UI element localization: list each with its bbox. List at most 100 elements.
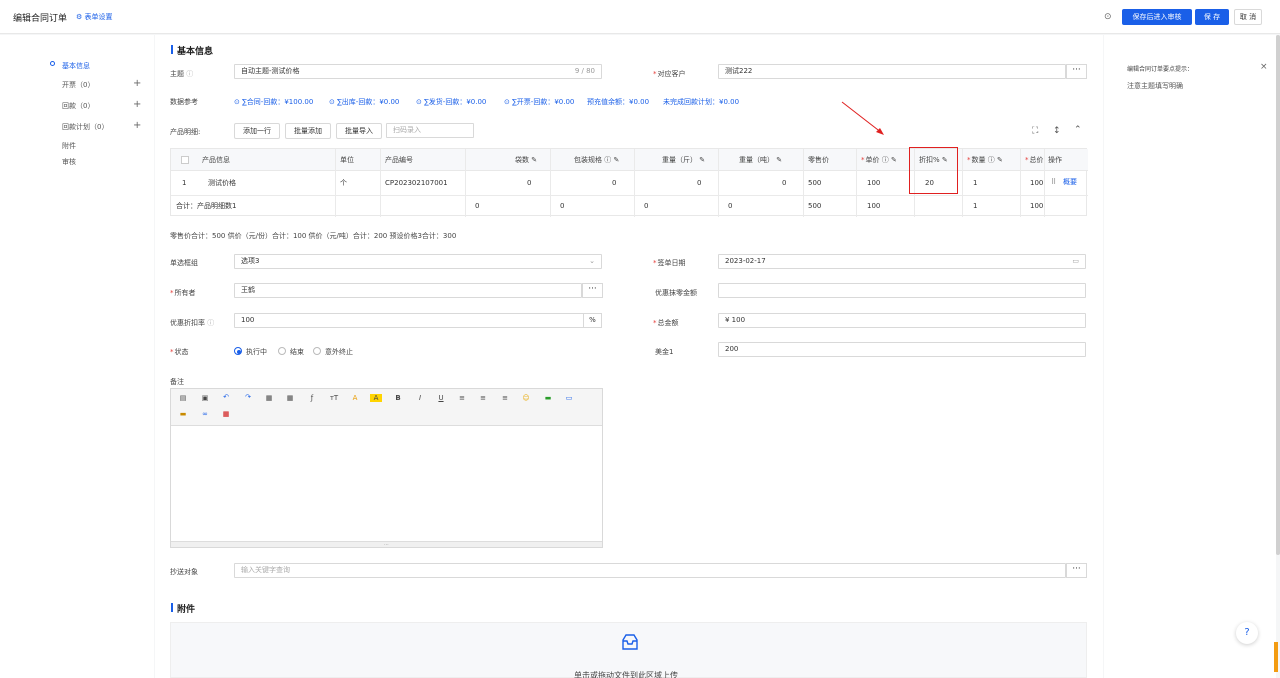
- template-icon[interactable]: ▣: [199, 394, 211, 402]
- cancel-button[interactable]: 取 消: [1234, 9, 1262, 25]
- media-icon[interactable]: ▬: [177, 410, 189, 418]
- th-unit: 单位: [340, 156, 354, 164]
- undo-icon[interactable]: ↶: [220, 393, 232, 401]
- underline-icon[interactable]: U: [435, 394, 447, 402]
- save-button[interactable]: 保 存: [1195, 9, 1229, 25]
- nav-item-invoice[interactable]: 开票（0）: [62, 80, 94, 90]
- ref-contract-payment[interactable]: ⊙ ∑合同-回款：¥100.00: [234, 97, 313, 107]
- status-radio-terminated[interactable]: [313, 347, 321, 355]
- owner-more-button[interactable]: ···: [582, 283, 603, 298]
- select-all-checkbox[interactable]: [181, 156, 189, 164]
- side-tab[interactable]: [1274, 642, 1278, 672]
- row-bags[interactable]: 0: [527, 171, 531, 195]
- single-select[interactable]: 选项3 ⌄: [234, 254, 602, 269]
- row-product[interactable]: 测试价格: [208, 171, 236, 195]
- th-weight-jin-text: 重量（斤）: [662, 156, 697, 164]
- source-icon[interactable]: ▤: [177, 394, 189, 402]
- status-option-terminated[interactable]: 意外终止: [325, 347, 353, 357]
- scrollbar[interactable]: [1276, 35, 1280, 555]
- ref-delivery-payment[interactable]: ⊙ ∑发货-回款：¥0.00: [416, 97, 486, 107]
- close-icon[interactable]: ×: [1260, 62, 1268, 72]
- row-pack[interactable]: 0: [612, 171, 616, 195]
- nav-item-payment[interactable]: 回款（0）: [62, 101, 94, 111]
- owner-input[interactable]: 王鹤: [234, 283, 582, 298]
- row-price[interactable]: 100: [867, 171, 880, 195]
- paste-text-icon[interactable]: ▦: [284, 394, 296, 402]
- bg-color-icon[interactable]: A: [370, 394, 382, 402]
- help-button[interactable]: ?: [1236, 622, 1258, 644]
- align-right-icon[interactable]: ≡: [499, 394, 511, 402]
- resize-handle[interactable]: ⋯: [171, 541, 602, 548]
- th-total-text: 总价: [1029, 156, 1044, 164]
- fullscreen-icon[interactable]: ⛶: [1032, 126, 1038, 136]
- align-center-icon[interactable]: ≡: [477, 394, 489, 402]
- remark-editor[interactable]: ▤ ▣ ↶ ↷ ▦ ▦ ƒ тT A A B I U ≡ ≡ ≡ ☺ ▬ ▭ ▬…: [170, 388, 603, 548]
- customer-value: 测试222: [725, 67, 753, 75]
- row-divider: [171, 195, 1088, 196]
- link-icon[interactable]: ∞: [199, 410, 211, 418]
- add-invoice-icon[interactable]: +: [133, 78, 141, 89]
- info-icon: ⓘ: [207, 319, 215, 327]
- form-settings-link[interactable]: ⚙ 表单设置: [76, 12, 113, 22]
- customer-input[interactable]: 测试222: [718, 64, 1066, 79]
- sign-date-input[interactable]: 2023-02-17 ▭: [718, 254, 1086, 269]
- nav-item-payment-plan[interactable]: 回款计划（0）: [62, 122, 108, 132]
- cc-input[interactable]: 输入关键字查询: [234, 563, 1066, 578]
- batch-import-button[interactable]: 批量导入: [336, 123, 382, 139]
- font-color-icon[interactable]: A: [349, 394, 361, 402]
- remark-label: 备注: [170, 378, 184, 386]
- settings-icon[interactable]: ⊙: [1104, 12, 1112, 22]
- image-icon[interactable]: ▭: [563, 394, 575, 402]
- status-option-ended[interactable]: 结束: [290, 347, 304, 357]
- ref-unfinished-plan[interactable]: 未完成回款计划：¥0.00: [663, 97, 739, 107]
- ref-invoice-payment[interactable]: ⊙ ∑开票-回款：¥0.00: [504, 97, 574, 107]
- customer-more-button[interactable]: ···: [1066, 64, 1087, 79]
- ref-label: 数据参考: [170, 98, 198, 106]
- row-weight-ton[interactable]: 0: [782, 171, 786, 195]
- italic-icon[interactable]: I: [414, 394, 426, 402]
- status-radio-ended[interactable]: [278, 347, 286, 355]
- bold-icon[interactable]: B: [392, 394, 404, 402]
- row-code: CP202302107001: [385, 179, 448, 187]
- clear-format-icon[interactable]: ƒ: [306, 394, 318, 402]
- font-size-icon[interactable]: тT: [328, 394, 340, 402]
- status-radio-active[interactable]: [234, 347, 242, 355]
- subject-char-count: 9 / 80: [574, 67, 595, 75]
- usd-input[interactable]: 200: [718, 342, 1086, 357]
- nav-item-audit[interactable]: 审核: [62, 157, 76, 167]
- save-submit-button[interactable]: 保存后进入审核: [1122, 9, 1192, 25]
- total-amount-label-text: 总金额: [657, 319, 679, 327]
- align-left-icon[interactable]: ≡: [456, 394, 468, 402]
- status-option-active[interactable]: 执行中: [246, 347, 267, 357]
- collapse-icon[interactable]: ⌃: [1074, 125, 1082, 135]
- subject-input[interactable]: 自动主题-测试价格 9 / 80: [234, 64, 602, 79]
- th-price-text: 单价: [865, 156, 880, 164]
- batch-add-button[interactable]: 批量添加: [285, 123, 331, 139]
- add-payment-plan-icon[interactable]: +: [133, 120, 141, 131]
- nav-item-basic-info[interactable]: 基本信息: [62, 61, 90, 71]
- ref-outbound-payment[interactable]: ⊙ ∑出库-回款：¥0.00: [329, 97, 399, 107]
- redo-icon[interactable]: ↷: [242, 393, 254, 401]
- hr-icon[interactable]: ▬: [542, 394, 554, 402]
- col-divider: [550, 149, 551, 217]
- ref-outbound-payment-text: ∑出库-回款：¥0.00: [337, 98, 400, 106]
- scan-input[interactable]: 扫码录入: [386, 123, 474, 138]
- row-qty[interactable]: 1: [973, 171, 977, 195]
- total-amount-input[interactable]: ¥ 100: [718, 313, 1086, 328]
- scan-placeholder: 扫码录入: [393, 126, 421, 134]
- upload-area[interactable]: 单击或拖动文件到此区域上传: [170, 622, 1087, 678]
- ref-prepaid-balance[interactable]: 预充值余额：¥0.00: [587, 97, 649, 107]
- row-summary-link[interactable]: 概要: [1063, 170, 1077, 194]
- cc-more-button[interactable]: ···: [1066, 563, 1087, 578]
- add-row-button[interactable]: 添加一行: [234, 123, 280, 139]
- row-weight-jin[interactable]: 0: [697, 171, 701, 195]
- discount-rate-input[interactable]: 100: [234, 313, 584, 328]
- discount-amount-input[interactable]: [718, 283, 1086, 298]
- add-payment-icon[interactable]: +: [133, 99, 141, 110]
- sort-icon[interactable]: ↕: [1053, 126, 1061, 136]
- table-icon[interactable]: ▦: [220, 410, 232, 418]
- nav-item-attachment[interactable]: 附件: [62, 141, 76, 151]
- emoji-icon[interactable]: ☺: [520, 394, 532, 402]
- paste-icon[interactable]: ▦: [263, 394, 275, 402]
- drag-handle-icon[interactable]: ⠿: [1051, 170, 1056, 194]
